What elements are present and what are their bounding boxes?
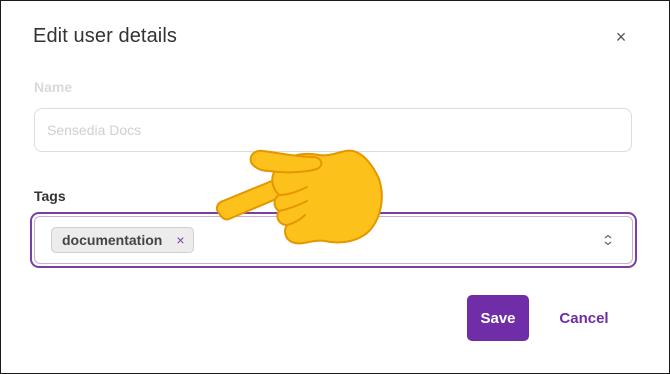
- dialog-title: Edit user details: [33, 25, 177, 47]
- tags-input-inner[interactable]: documentation ×: [34, 216, 633, 264]
- tags-input[interactable]: documentation ×: [30, 212, 637, 268]
- remove-tag-icon[interactable]: ×: [176, 232, 184, 248]
- save-button[interactable]: Save: [467, 295, 529, 341]
- cancel-button[interactable]: Cancel: [549, 295, 619, 341]
- name-field: Sensedia Docs: [34, 108, 632, 152]
- tags-label: Tags: [34, 188, 66, 204]
- chevron-up-down-icon[interactable]: [604, 234, 612, 249]
- close-button[interactable]: ×: [609, 25, 633, 49]
- name-value: Sensedia Docs: [47, 122, 142, 138]
- cancel-button-label: Cancel: [559, 309, 609, 327]
- tag-chip[interactable]: documentation ×: [51, 227, 194, 253]
- save-button-label: Save: [480, 309, 516, 327]
- name-label: Name: [34, 79, 73, 95]
- edit-user-dialog: Edit user details × Name Sensedia Docs T…: [0, 0, 670, 374]
- close-icon[interactable]: ×: [616, 27, 627, 48]
- tag-chip-label: documentation: [62, 232, 163, 248]
